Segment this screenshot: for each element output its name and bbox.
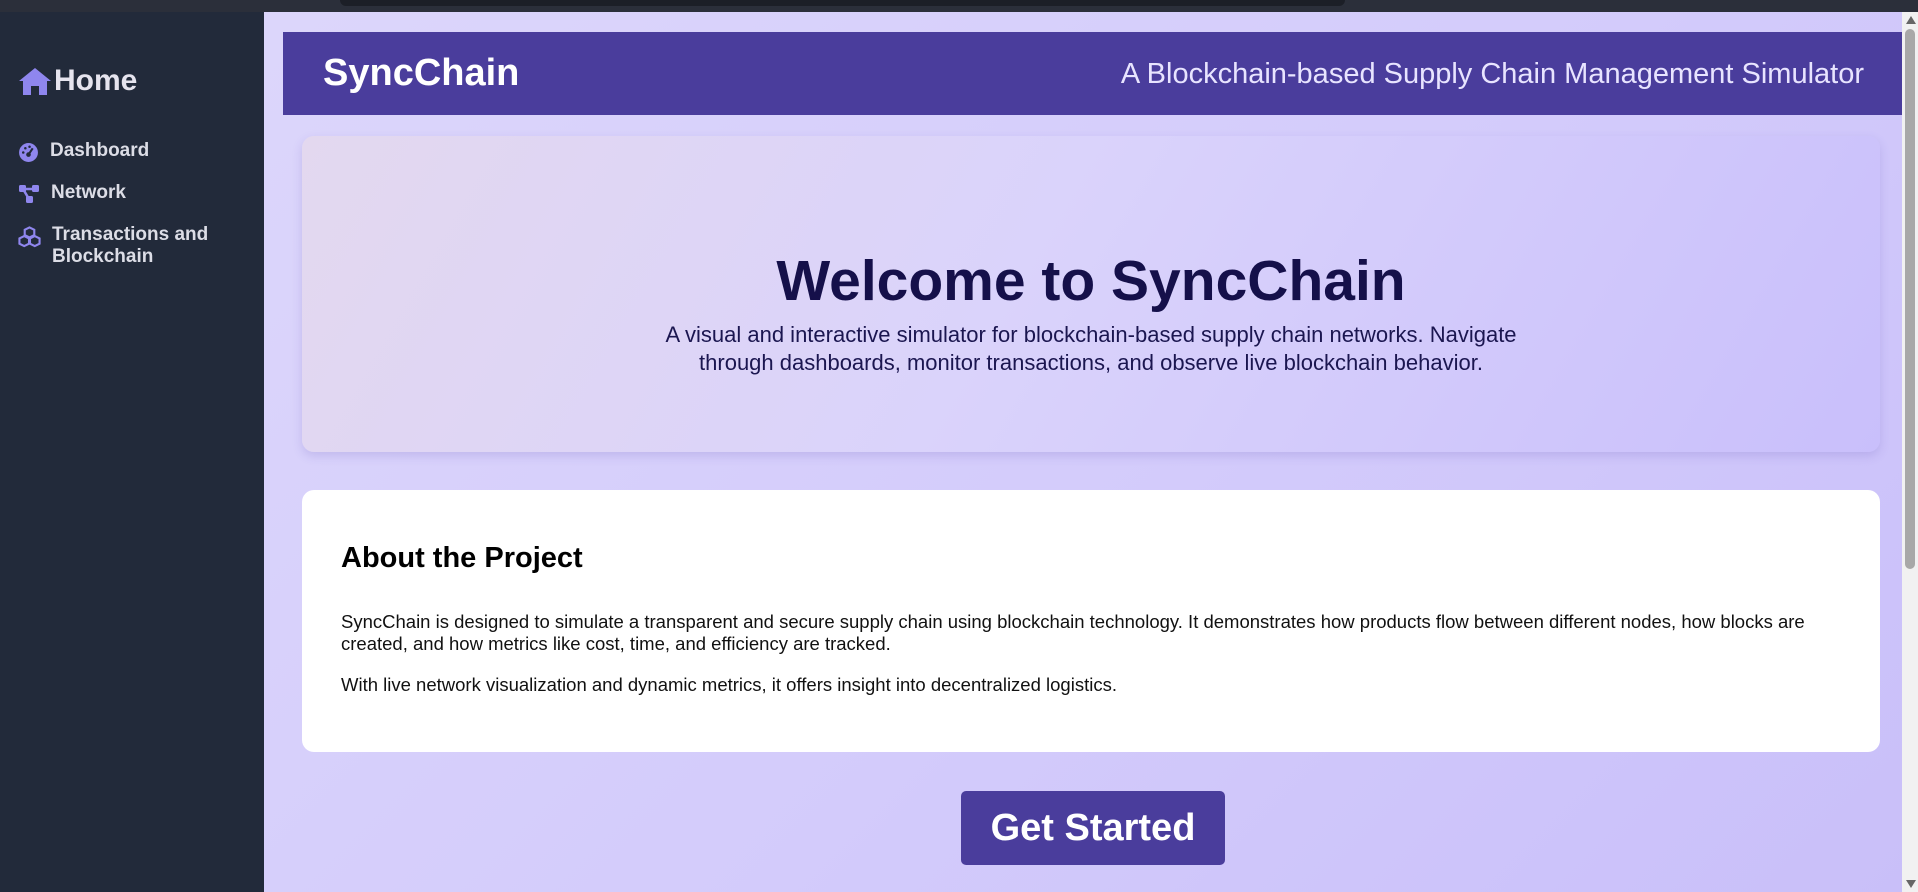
get-started-button[interactable]: Get Started [961,791,1225,865]
scrollbar-thumb[interactable] [1905,29,1915,569]
scroll-up-icon[interactable] [1906,16,1916,24]
sidebar-item-label: Network [51,182,126,203]
cubes-icon [18,226,41,248]
sidebar-item-dashboard[interactable]: Dashboard [18,140,149,163]
sidebar-item-label: Transactions and Blockchain [52,224,209,267]
sidebar-home-link[interactable]: Home [18,64,137,98]
sidebar-home-label: Home [54,64,138,97]
browser-top-strip [0,0,1918,12]
scroll-down-icon[interactable] [1906,880,1916,888]
sidebar: Home Dashboard Network Transactions and [0,12,264,892]
network-icon [19,185,39,203]
sidebar-item-network[interactable]: Network [18,182,126,204]
brand-title: SyncChain [323,52,520,94]
about-paragraph: With live network visualization and dyna… [341,674,1117,695]
browser-tab-bar [340,0,1345,6]
gauge-icon [19,143,38,162]
main-content: SyncChain A Blockchain-based Supply Chai… [264,12,1902,892]
about-heading: About the Project [341,542,583,574]
app-header: SyncChain A Blockchain-based Supply Chai… [283,32,1902,115]
about-paragraph: SyncChain is designed to simulate a tran… [341,611,1805,654]
hero-title: Welcome to SyncChain [776,249,1406,313]
sidebar-item-transactions[interactable]: Transactions and Blockchain [18,224,242,268]
page-scrollbar[interactable] [1902,12,1918,892]
hero-banner: Welcome to SyncChain A visual and intera… [302,136,1880,452]
about-card: About the Project SyncChain is designed … [302,490,1880,752]
sidebar-item-label: Dashboard [50,140,150,161]
home-icon [19,68,51,95]
header-tagline: A Blockchain-based Supply Chain Manageme… [1120,58,1864,90]
hero-subtitle: A visual and interactive simulator for b… [665,322,1517,375]
